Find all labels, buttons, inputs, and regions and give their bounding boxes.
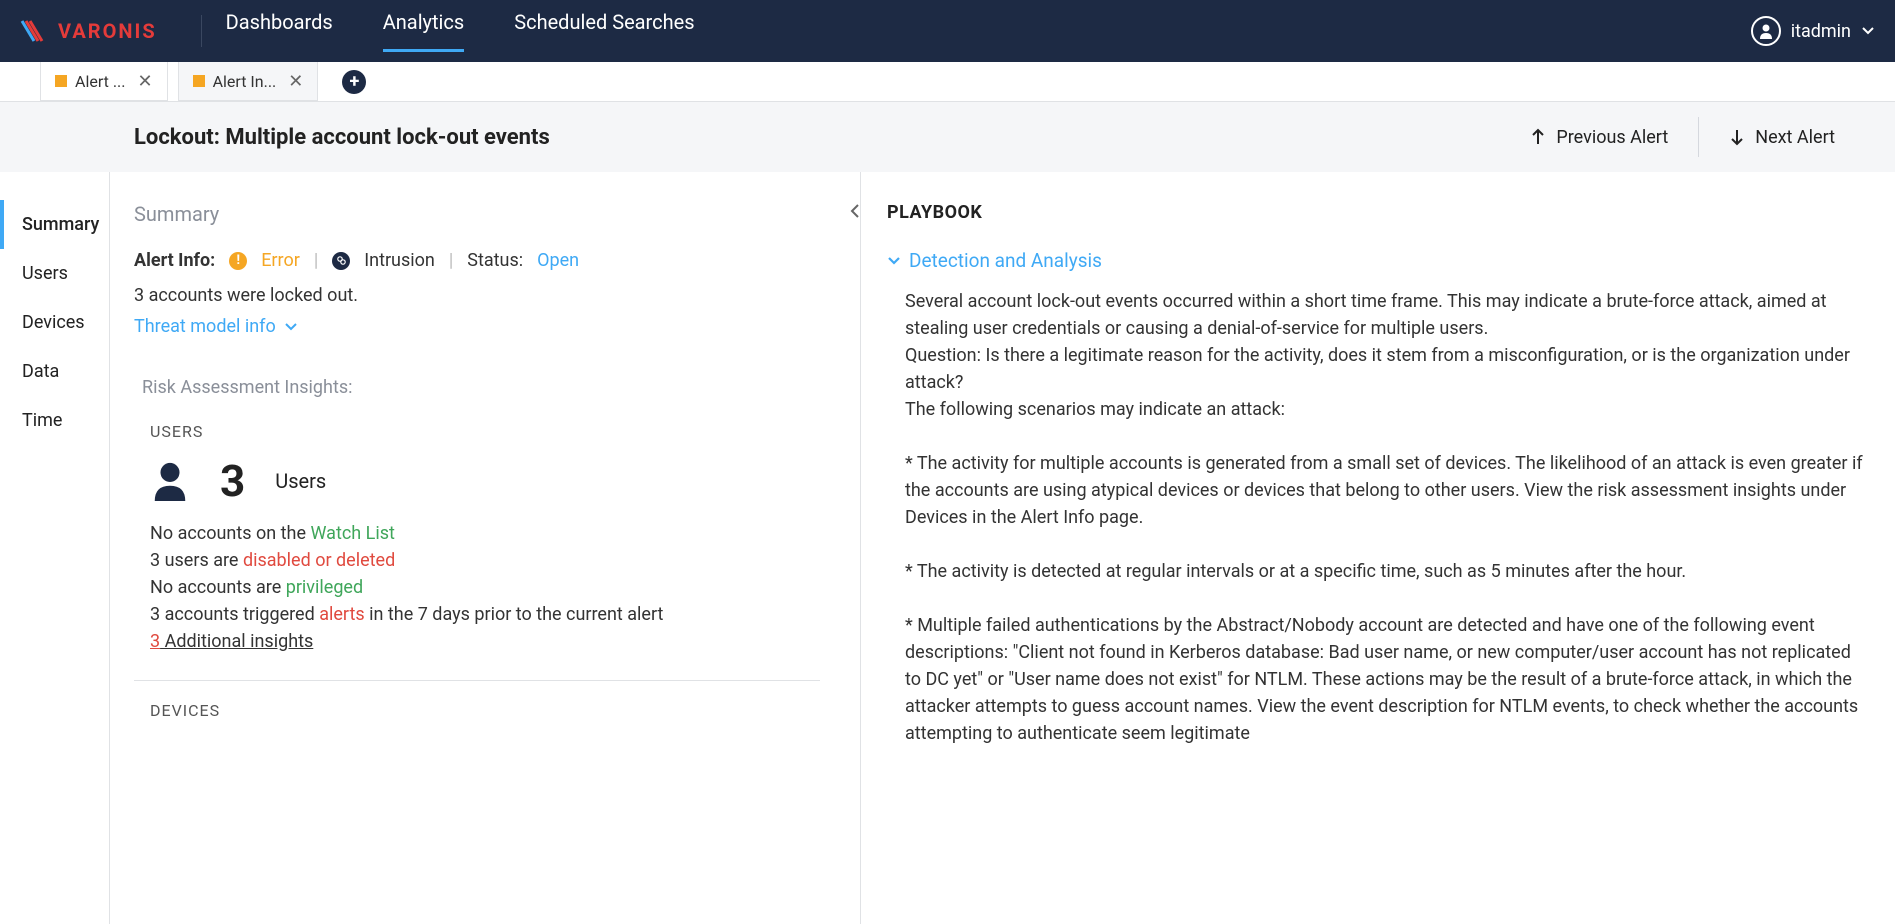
tab-label: Alert In...: [213, 72, 277, 91]
close-icon[interactable]: ✕: [137, 71, 152, 92]
previous-alert-button[interactable]: Previous Alert: [1500, 127, 1698, 148]
logo-icon: [20, 19, 52, 43]
chevron-down-icon: [887, 256, 901, 266]
plus-icon: +: [342, 70, 366, 94]
risk-heading: Risk Assessment Insights:: [134, 377, 836, 398]
playbook-section-toggle[interactable]: Detection and Analysis: [887, 249, 1869, 272]
playbook-body: Several account lock-out events occurred…: [887, 288, 1869, 747]
sidebar: Summary Users Devices Data Time: [0, 172, 110, 924]
sidebar-item-users[interactable]: Users: [0, 249, 109, 298]
chevron-down-icon: [284, 322, 298, 332]
user-icon: [1758, 23, 1774, 39]
users-label: Users: [275, 469, 326, 493]
insight-alerts: 3 accounts triggered alerts in the 7 day…: [134, 604, 836, 625]
sidebar-item-data[interactable]: Data: [0, 347, 109, 396]
page-title: Lockout: Multiple account lock-out event…: [134, 125, 550, 150]
error-text: Error: [261, 250, 300, 271]
alert-info-label: Alert Info:: [134, 250, 215, 271]
insight-privileged: No accounts are privileged: [134, 577, 836, 598]
nav-scheduled[interactable]: Scheduled Searches: [514, 10, 694, 52]
status-value[interactable]: Open: [537, 250, 579, 271]
prev-alert-label: Previous Alert: [1556, 127, 1668, 148]
insight-watchlist: No accounts on the Watch List: [134, 523, 836, 544]
summary-panel: Summary Alert Info: ! Error | Intrusion …: [110, 172, 860, 924]
chevron-left-icon: [849, 202, 860, 220]
logo[interactable]: VARONIS: [20, 19, 157, 43]
avatar: [1751, 16, 1781, 46]
playbook-panel: PLAYBOOK Detection and Analysis Several …: [860, 172, 1895, 924]
nav-links: Dashboards Analytics Scheduled Searches: [226, 10, 695, 52]
top-nav: VARONIS Dashboards Analytics Scheduled S…: [0, 0, 1895, 62]
chevron-down-icon: [1861, 26, 1875, 36]
tab-alert-1[interactable]: Alert ... ✕: [40, 62, 168, 101]
status-label: Status:: [467, 250, 523, 271]
playbook-section-title: Detection and Analysis: [909, 249, 1102, 272]
threat-model-label: Threat model info: [134, 316, 276, 337]
user-menu[interactable]: itadmin: [1751, 16, 1875, 46]
arrow-down-icon: [1729, 128, 1745, 146]
next-alert-button[interactable]: Next Alert: [1699, 127, 1865, 148]
divider: |: [449, 250, 453, 271]
tab-label: Alert ...: [75, 72, 125, 91]
sidebar-item-summary[interactable]: Summary: [0, 200, 109, 249]
next-alert-label: Next Alert: [1755, 127, 1835, 148]
separator: [134, 680, 820, 681]
tab-bar: Alert ... ✕ Alert In... ✕ +: [0, 62, 1895, 102]
users-count-widget: 3 Users: [134, 455, 836, 507]
close-icon[interactable]: ✕: [288, 71, 303, 92]
devices-heading: DEVICES: [134, 701, 836, 720]
alert-nav: Previous Alert Next Alert: [1500, 117, 1865, 157]
summary-text: 3 accounts were locked out.: [134, 285, 836, 306]
title-bar: Lockout: Multiple account lock-out event…: [0, 102, 1895, 172]
sidebar-item-devices[interactable]: Devices: [0, 298, 109, 347]
error-icon: !: [229, 252, 247, 270]
nav-dashboards[interactable]: Dashboards: [226, 10, 333, 52]
tab-alert-2[interactable]: Alert In... ✕: [178, 62, 319, 101]
user-name: itadmin: [1791, 21, 1851, 42]
intrusion-icon: [332, 252, 350, 270]
nav-separator: [201, 15, 202, 47]
main-content: Summary Users Devices Data Time Summary …: [0, 172, 1895, 924]
intrusion-text: Intrusion: [364, 250, 435, 271]
users-heading: USERS: [134, 422, 836, 441]
sidebar-item-time[interactable]: Time: [0, 396, 109, 445]
user-icon: [150, 461, 190, 501]
add-tab-button[interactable]: +: [342, 62, 366, 101]
collapse-playbook-button[interactable]: [849, 202, 860, 220]
summary-heading: Summary: [134, 202, 836, 226]
playbook-heading: PLAYBOOK: [887, 202, 1869, 223]
arrow-up-icon: [1530, 128, 1546, 146]
divider: |: [314, 250, 318, 271]
logo-text: VARONIS: [58, 19, 157, 43]
insight-disabled: 3 users are disabled or deleted: [134, 550, 836, 571]
threat-model-link[interactable]: Threat model info: [134, 316, 298, 337]
alert-severity-icon: [55, 75, 67, 87]
nav-analytics[interactable]: Analytics: [383, 10, 465, 52]
users-count: 3: [220, 455, 245, 507]
alert-severity-icon: [193, 75, 205, 87]
alert-info-row: Alert Info: ! Error | Intrusion | Status…: [134, 250, 836, 271]
additional-insights-link[interactable]: 3 Additional insights: [134, 631, 836, 652]
